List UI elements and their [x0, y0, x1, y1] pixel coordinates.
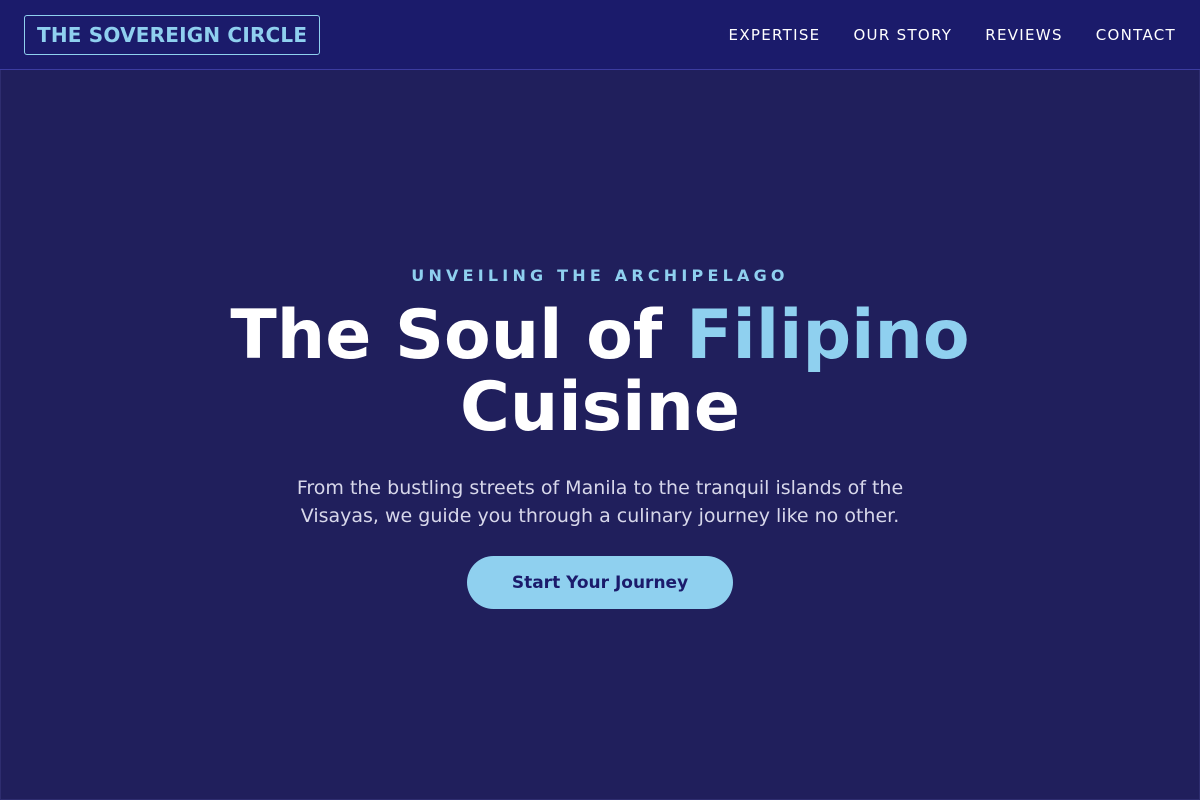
main-navigation: EXPERTISE OUR STORY REVIEWS CONTACT: [729, 26, 1176, 44]
start-journey-button[interactable]: Start Your Journey: [467, 556, 733, 609]
hero-kicker: UNVEILING THE ARCHIPELAGO: [411, 266, 789, 285]
hero-title-part1: The Soul of: [230, 296, 687, 375]
nav-link-reviews[interactable]: REVIEWS: [985, 26, 1063, 44]
nav-link-expertise[interactable]: EXPERTISE: [729, 26, 821, 44]
hero-section: UNVEILING THE ARCHIPELAGO The Soul of Fi…: [0, 0, 1200, 800]
hero-subtitle: From the bustling streets of Manila to t…: [296, 477, 904, 527]
nav-link-our-story[interactable]: OUR STORY: [853, 26, 952, 44]
site-logo[interactable]: THE SOVEREIGN CIRCLE: [24, 14, 321, 55]
top-navbar: THE SOVEREIGN CIRCLE EXPERTISE OUR STORY…: [0, 0, 1200, 70]
hero-title-accent: Filipino: [686, 296, 970, 375]
nav-link-contact[interactable]: CONTACT: [1096, 26, 1176, 44]
hero-headline: The Soul of Filipino Cuisine: [180, 300, 1020, 444]
hero-title-part2: Cuisine: [460, 368, 740, 447]
